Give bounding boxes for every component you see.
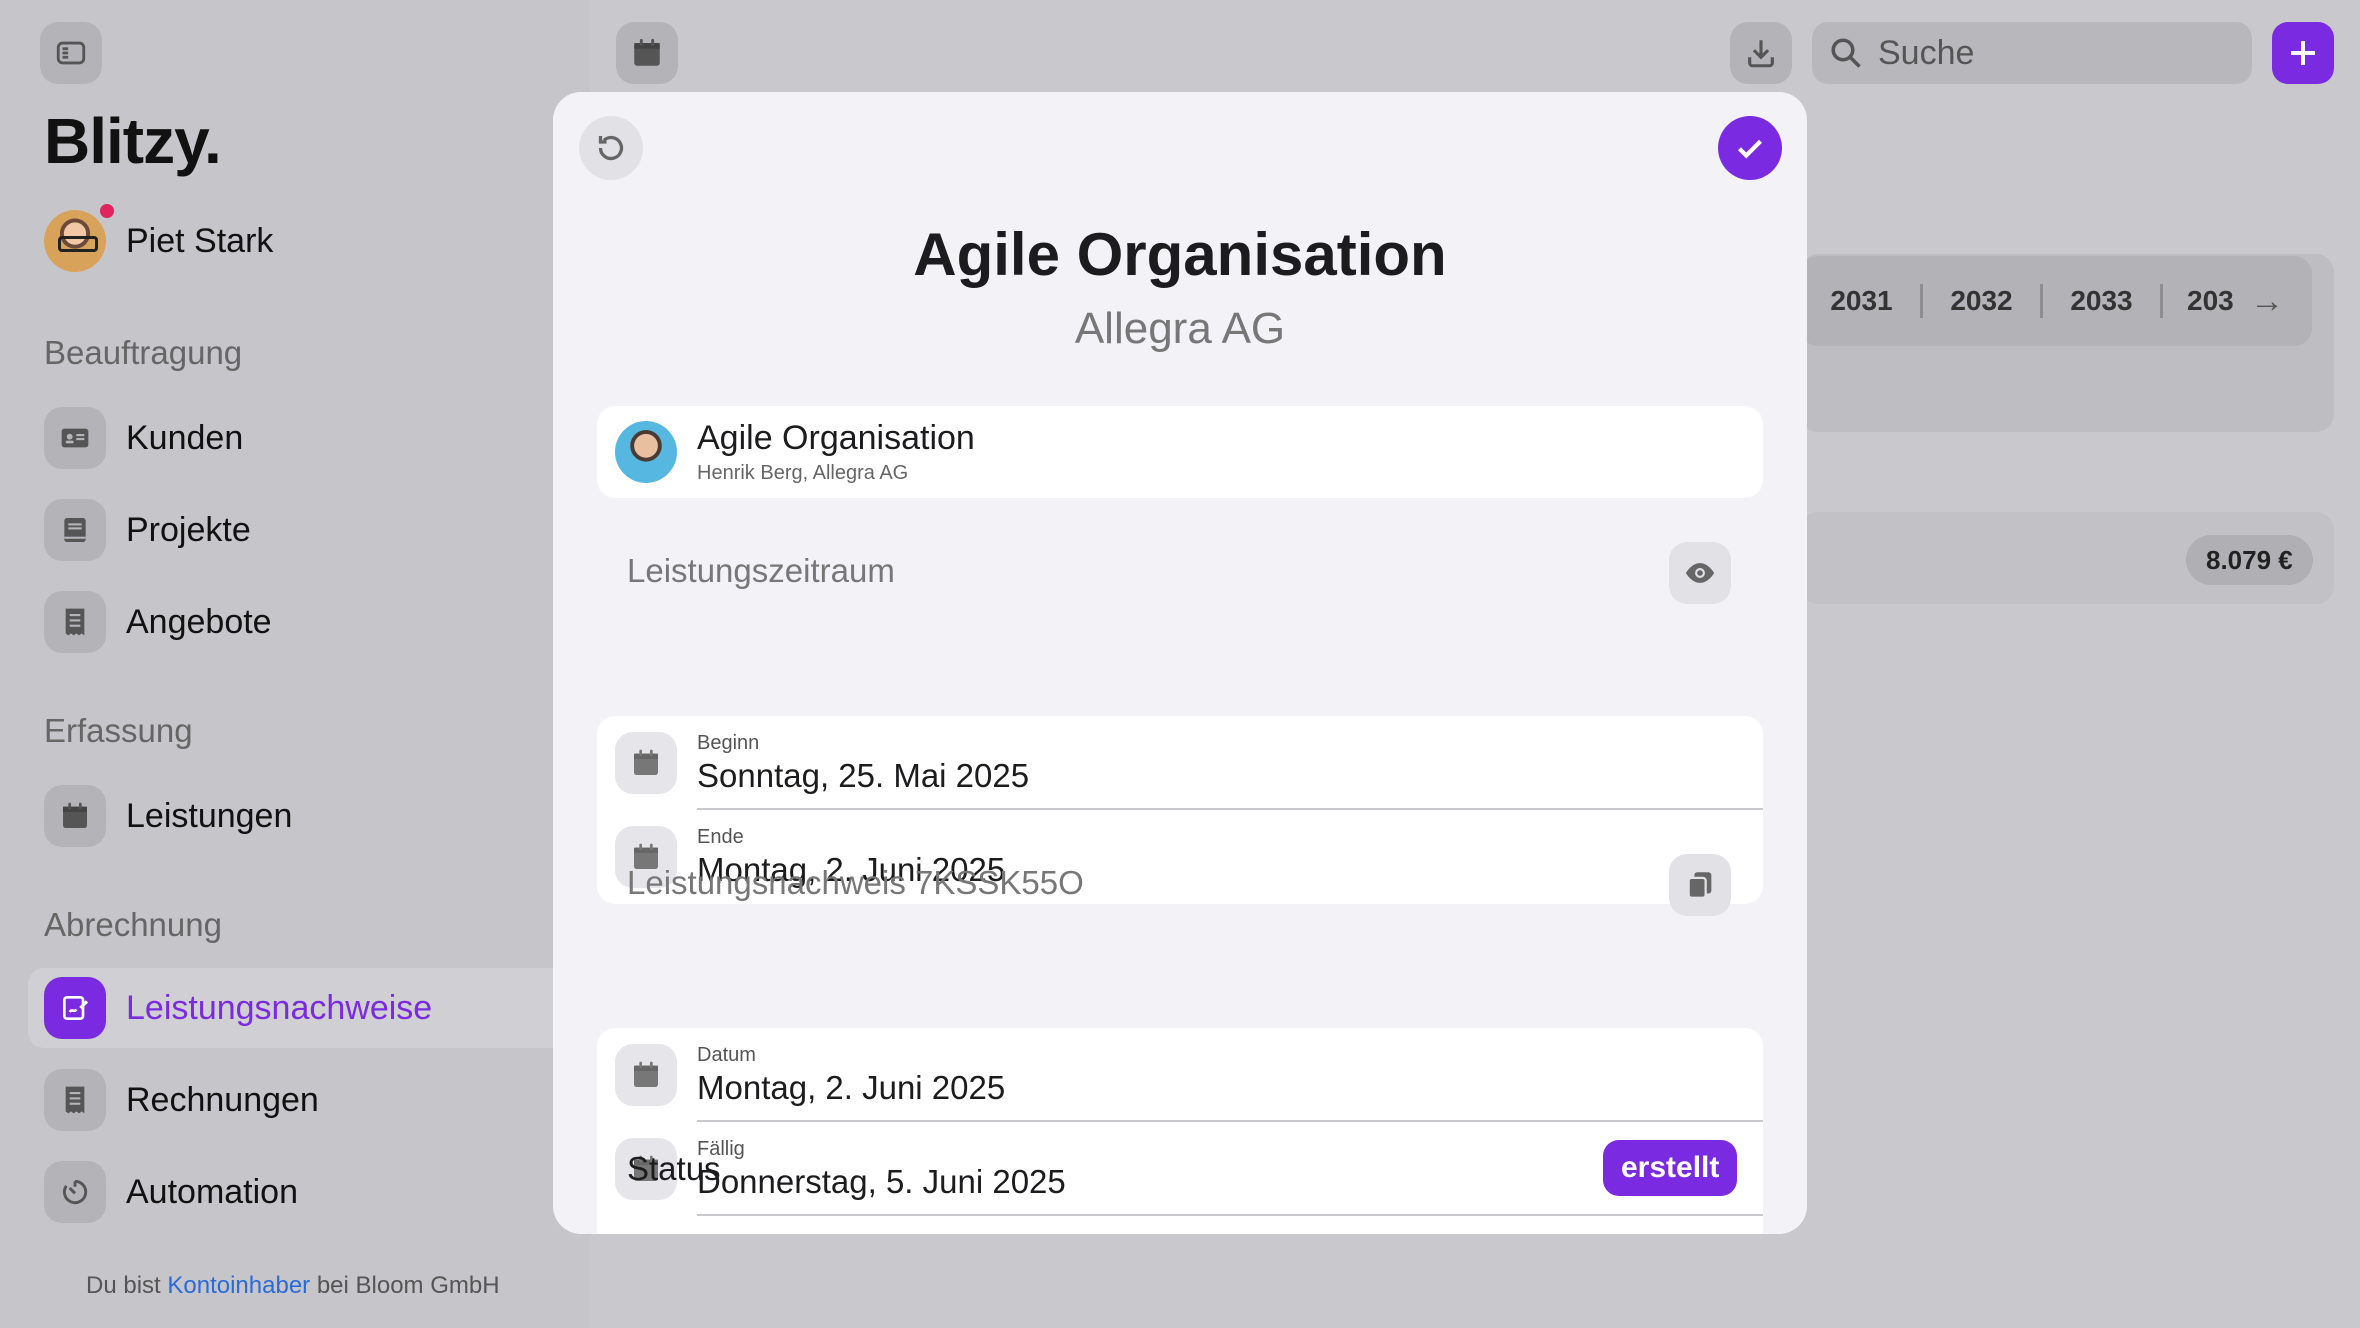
sidebar-toggle-icon <box>56 41 86 65</box>
undo-icon <box>598 135 624 161</box>
modal-subtitle: Allegra AG <box>1074 304 1286 353</box>
search-input[interactable]: Suche <box>1812 22 2252 84</box>
add-button[interactable] <box>2272 22 2334 84</box>
user-name: Piet Stark <box>126 221 274 260</box>
avatar <box>44 210 106 272</box>
search-icon <box>1831 38 1861 68</box>
due-date-field[interactable]: Fällig Donnerstag, 5. Juni 2025 <box>597 1122 1763 1216</box>
eye-icon <box>1685 563 1715 583</box>
sidebar-item-leistungen[interactable]: Leistungen <box>28 776 568 856</box>
status-label: Status <box>627 1150 721 1187</box>
divider <box>697 1214 1763 1216</box>
field-label: Datum <box>697 1043 756 1066</box>
account-role-link[interactable]: Kontoinhaber <box>167 1272 310 1299</box>
field-label: Ende <box>697 825 744 848</box>
field-value: Sonntag, 25. Mai 2025 <box>697 756 1030 794</box>
project-card[interactable]: Agile Organisation Henrik Berg, Allegra … <box>597 406 1763 498</box>
year-tab[interactable]: 2032 <box>1920 284 2040 318</box>
amount-badge: 8.079 € <box>2186 535 2313 585</box>
download-button[interactable] <box>1730 22 1792 84</box>
sidebar: Blitzy. Piet Stark Beauftragung Kunden P… <box>0 0 590 1328</box>
date-field[interactable]: Datum Montag, 2. Juni 2025 <box>597 1028 1763 1122</box>
timer-icon <box>62 1179 88 1205</box>
field-value: Donnerstag, 5. Juni 2025 <box>697 1162 1066 1200</box>
visibility-button[interactable] <box>1669 542 1731 604</box>
sidebar-item-kunden[interactable]: Kunden <box>28 398 568 478</box>
sidebar-item-label: Leistungsnachweise <box>126 988 433 1027</box>
calendar-icon <box>634 749 658 775</box>
account-note: Du bist Kontoinhaber bei Bloom GmbH <box>86 1272 500 1300</box>
calendar-icon <box>63 802 87 828</box>
avatar <box>615 421 677 483</box>
account-note-suffix: bei Bloom GmbH <box>310 1272 500 1299</box>
year-tab[interactable]: 2031 <box>1800 284 1920 318</box>
signature-icon <box>63 996 89 1020</box>
search-placeholder: Suche <box>1878 33 1975 72</box>
download-icon <box>1748 40 1774 68</box>
proof-card: Datum Montag, 2. Juni 2025 Fällig Donner… <box>597 1028 1763 1234</box>
field-label: Fällig <box>697 1137 745 1160</box>
year-tab[interactable]: 2033 <box>2040 284 2160 318</box>
receipt-icon <box>65 608 85 636</box>
sidebar-item-leistungsnachweise[interactable]: Leistungsnachweise <box>28 968 568 1048</box>
project-name: Agile Organisation <box>697 419 975 457</box>
section-heading-abrechnung: Abrechnung <box>44 906 222 943</box>
sidebar-item-rechnungen[interactable]: Rechnungen <box>28 1060 568 1140</box>
calendar-icon <box>634 38 660 66</box>
account-note-prefix: Du bist <box>86 1272 168 1299</box>
app-brand: Blitzy. <box>44 105 222 177</box>
project-client: Henrik Berg, Allegra AG <box>697 462 909 484</box>
contact-card-icon <box>61 428 89 448</box>
user-profile[interactable]: Piet Stark <box>44 204 274 272</box>
sidebar-item-label: Projekte <box>126 510 251 549</box>
undo-button[interactable] <box>579 116 643 180</box>
sidebar-item-label: Angebote <box>126 602 272 641</box>
section-heading-erfassung: Erfassung <box>44 712 193 749</box>
sidebar-item-projekte[interactable]: Projekte <box>28 490 568 570</box>
status-badge[interactable]: erstellt <box>1603 1140 1738 1196</box>
checkmark-icon <box>1738 139 1762 159</box>
sidebar-item-label: Kunden <box>126 418 244 457</box>
sidebar-item-label: Rechnungen <box>126 1080 319 1119</box>
book-icon <box>64 518 86 542</box>
calendar-icon <box>634 1061 658 1087</box>
copy-icon <box>1687 872 1712 899</box>
confirm-button[interactable] <box>1718 116 1782 180</box>
period-heading: Leistungszeitraum <box>627 552 895 589</box>
receipt-icon <box>65 1086 85 1114</box>
sidebar-toggle-button[interactable] <box>40 22 102 84</box>
sidebar-item-label: Leistungen <box>126 796 293 835</box>
plus-icon <box>2291 41 2315 65</box>
sidebar-item-angebote[interactable]: Angebote <box>28 582 568 662</box>
year-selector: 2031 2032 2033 203 → <box>1800 256 2312 346</box>
sidebar-item-automation[interactable]: Automation <box>28 1152 568 1232</box>
sidebar-item-label: Automation <box>126 1172 298 1211</box>
calendar-button[interactable] <box>616 22 678 84</box>
field-value: Montag, 2. Juni 2025 <box>697 1068 1006 1106</box>
section-heading-beauftragung: Beauftragung <box>44 334 243 371</box>
field-label: Beginn <box>697 731 760 754</box>
begin-date-field[interactable]: Beginn Sonntag, 25. Mai 2025 <box>597 716 1763 810</box>
proof-heading: Leistungsnachweis 7KSSK55O <box>627 864 1084 901</box>
year-tab[interactable]: 203 <box>2160 284 2240 318</box>
proof-detail-modal: Agile Organisation Allegra AG Agile Orga… <box>553 92 1807 1234</box>
arrow-right-icon[interactable]: → <box>2250 282 2284 321</box>
modal-title: Agile Organisation <box>913 221 1447 288</box>
copy-button[interactable] <box>1669 854 1731 916</box>
notification-dot <box>100 204 114 218</box>
